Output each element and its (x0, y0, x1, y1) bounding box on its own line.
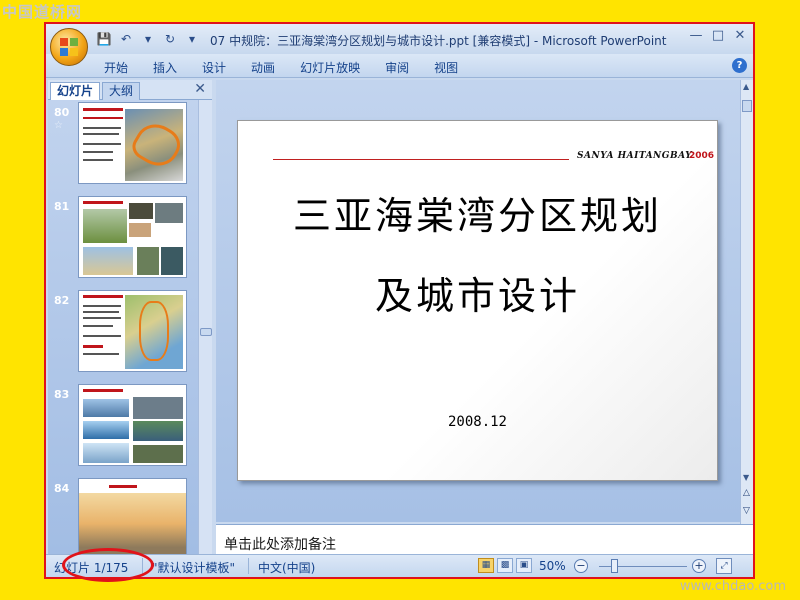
tab-home[interactable]: 开始 (104, 59, 128, 76)
thumbnail-80[interactable]: 80 ☆ (48, 102, 198, 192)
scroll-down-icon[interactable]: ▼ (743, 473, 749, 482)
scrollbar-thumb[interactable] (742, 100, 752, 112)
thumbnail-list: 80 ☆ 81 82 83 84 (48, 100, 198, 554)
zoom-level[interactable]: 50% (539, 559, 566, 573)
tab-design[interactable]: 设计 (202, 59, 226, 76)
thumbnail-image (78, 290, 187, 372)
normal-view-icon[interactable]: ▦ (478, 558, 494, 573)
slide-year: 2006 (689, 151, 715, 161)
slide-editing-area: SANYA HAITANGBAY 2006 三亚海棠湾分区规划 及城市设计 20… (216, 80, 740, 522)
ribbon-tabs: 开始 插入 设计 动画 幻灯片放映 审阅 视图 ? (46, 54, 753, 78)
annotation-circle (62, 548, 154, 582)
slide-brand: SANYA HAITANGBAY (577, 151, 693, 161)
previous-slide-icon[interactable]: △ (743, 488, 750, 498)
slides-pane: 幻灯片 大纲 ✕ 80 ☆ 81 82 83 84 (48, 80, 212, 554)
close-pane-icon[interactable]: ✕ (194, 81, 206, 97)
title-bar: 💾 ↶ ▾ ↻ ▾ 07 中规院：三亚海棠湾分区规划与城市设计.ppt [兼容模… (46, 24, 753, 66)
language-indicator[interactable]: 中文(中国) (258, 559, 315, 576)
thumbnail-number: 84 (54, 482, 70, 495)
thumbnail-83[interactable]: 83 (48, 384, 198, 474)
notes-pane[interactable]: 单击此处添加备注 (216, 524, 753, 556)
powerpoint-window: 💾 ↶ ▾ ↻ ▾ 07 中规院：三亚海棠湾分区规划与城市设计.ppt [兼容模… (44, 22, 755, 579)
zoom-out-icon[interactable]: − (574, 559, 588, 573)
undo-dropdown-icon[interactable]: ▾ (140, 31, 156, 47)
window-controls: — □ ✕ (689, 28, 747, 43)
thumbnail-number: 82 (54, 294, 70, 307)
quick-access-toolbar: 💾 ↶ ▾ ↻ ▾ (96, 31, 200, 47)
slide-sorter-icon[interactable]: ▩ (497, 558, 513, 573)
divider (248, 558, 249, 574)
animation-star-icon: ☆ (54, 120, 63, 131)
office-button[interactable] (50, 28, 88, 66)
fit-to-window-icon[interactable]: ⤢ (716, 558, 732, 574)
slideshow-view-icon[interactable]: ▣ (516, 558, 532, 573)
zoom-in-icon[interactable]: + (692, 559, 706, 573)
pane-tabs: 幻灯片 大纲 ✕ (48, 80, 212, 100)
thumbnail-number: 81 (54, 200, 70, 213)
close-icon[interactable]: ✕ (733, 28, 747, 43)
tab-view[interactable]: 视图 (434, 59, 458, 76)
tab-review[interactable]: 审阅 (385, 59, 409, 76)
watermark-top: 中国道桥网 (2, 3, 83, 21)
customize-qat-icon[interactable]: ▾ (184, 31, 200, 47)
tab-animations[interactable]: 动画 (251, 59, 275, 76)
thumbnail-81[interactable]: 81 (48, 196, 198, 286)
theme-name[interactable]: "默认设计模板" (152, 559, 235, 576)
header-rule (273, 159, 569, 160)
tab-insert[interactable]: 插入 (153, 59, 177, 76)
thumbnail-image (78, 384, 187, 466)
next-slide-icon[interactable]: ▽ (743, 506, 750, 516)
tab-slideshow[interactable]: 幻灯片放映 (300, 59, 360, 76)
thumbnail-scrollbar[interactable] (198, 100, 212, 554)
maximize-icon[interactable]: □ (711, 28, 725, 43)
current-slide[interactable]: SANYA HAITANGBAY 2006 三亚海棠湾分区规划 及城市设计 20… (237, 120, 718, 481)
thumbnail-image (78, 102, 187, 184)
scroll-up-icon[interactable]: ▲ (743, 82, 749, 91)
redo-icon[interactable]: ↻ (162, 31, 178, 47)
thumbnail-number: 80 (54, 106, 70, 119)
window-title: 07 中规院：三亚海棠湾分区规划与城市设计.ppt [兼容模式] - Micro… (210, 34, 667, 48)
thumbnail-image (78, 196, 187, 278)
slide-title-line2[interactable]: 及城市设计 (238, 265, 717, 320)
office-logo-icon (60, 38, 78, 56)
tab-outline[interactable]: 大纲 (102, 82, 141, 100)
slide-date[interactable]: 2008.12 (238, 414, 717, 430)
minimize-icon[interactable]: — (689, 28, 703, 43)
help-icon[interactable]: ? (732, 58, 747, 73)
save-icon[interactable]: 💾 (96, 31, 112, 47)
undo-icon[interactable]: ↶ (118, 31, 134, 47)
scrollbar-thumb[interactable] (200, 328, 212, 336)
zoom-slider-knob[interactable] (611, 559, 618, 573)
notes-placeholder: 单击此处添加备注 (224, 537, 336, 553)
thumbnail-84[interactable]: 84 (48, 478, 198, 554)
thumbnail-number: 83 (54, 388, 70, 401)
slide-scrollbar[interactable]: ▲ ▼ △ ▽ (740, 80, 753, 524)
watermark-bottom: www.chdao.com (679, 579, 786, 594)
thumbnail-image (78, 478, 187, 554)
slide-title-line1[interactable]: 三亚海棠湾分区规划 (238, 185, 717, 240)
tab-slides[interactable]: 幻灯片 (50, 82, 101, 100)
thumbnail-82[interactable]: 82 (48, 290, 198, 380)
